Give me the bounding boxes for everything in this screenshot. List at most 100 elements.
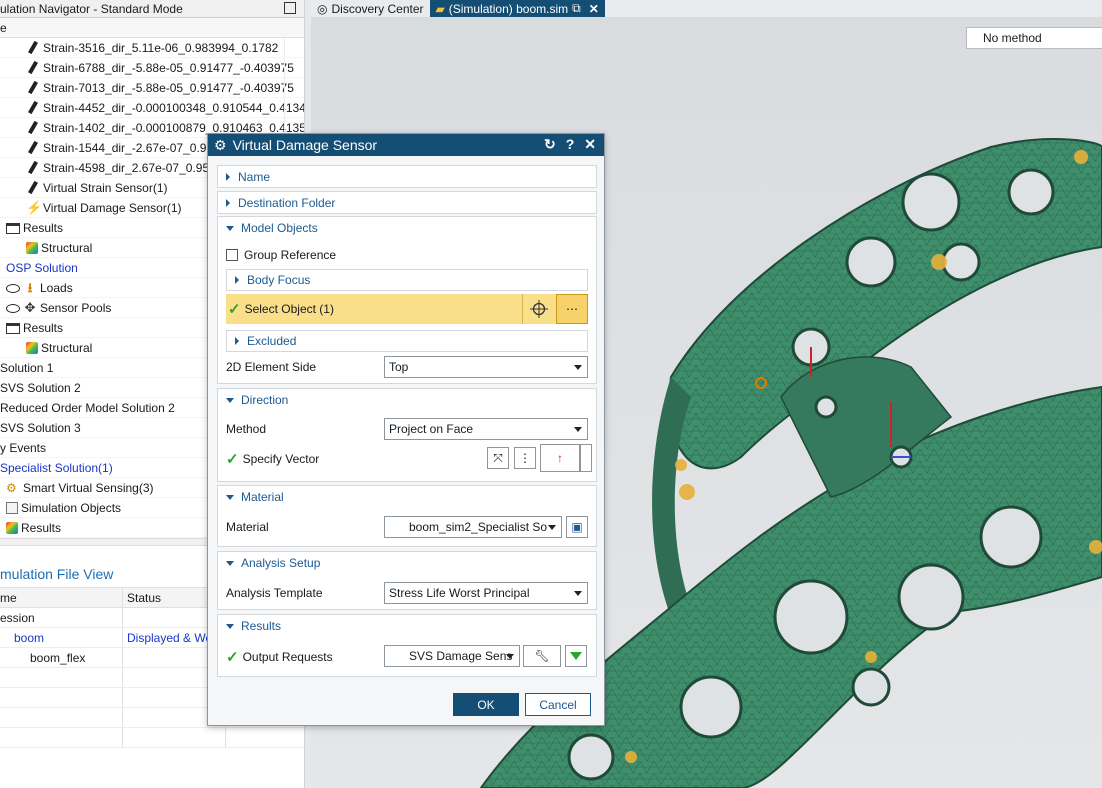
method-dropdown[interactable]: No method [966, 27, 1102, 49]
output-expand-button[interactable] [565, 645, 587, 667]
material-browse-button[interactable]: ▣ [566, 516, 588, 538]
group-reference-row[interactable]: Group Reference [226, 244, 588, 266]
analysis-template-label: Analysis Template [226, 586, 323, 600]
tab-simulation-boom[interactable]: ▰ (Simulation) boom.sim ⧉ ✕ [429, 0, 605, 17]
document-tabs: ◎ Discovery Center ▰ (Simulation) boom.s… [311, 0, 1102, 17]
section-direction-header[interactable]: Direction [218, 389, 596, 411]
cancel-button[interactable]: Cancel [525, 693, 591, 716]
tree-row-label: Strain-6788_dir_-5.88e-05_0.91477_-0.403… [43, 60, 294, 75]
ellipsis-icon: ⋯ [566, 302, 578, 316]
reverse-direction-button[interactable]: ⤧ [487, 447, 509, 469]
vector-arrow-icon: ↑ [557, 451, 563, 465]
eye-visibility-icon[interactable] [6, 304, 20, 313]
body-focus-subsection[interactable]: Body Focus [226, 269, 588, 291]
section-name-label: Name [238, 170, 271, 184]
tab-undock-icon[interactable]: ⧉ [572, 1, 581, 16]
tab-simulation-label: (Simulation) boom.sim [448, 1, 569, 16]
strain-icon [26, 141, 40, 155]
material-dropdown[interactable]: boom_sim2_Specialist So [384, 516, 562, 538]
section-destination-label: Destination Folder [238, 196, 336, 210]
tree-row-label: Solution 1 [0, 360, 54, 375]
tree-row-label: Strain-3516_dir_5.11e-06_0.983994_0.1782 [43, 40, 279, 55]
group-reference-checkbox[interactable] [226, 249, 238, 261]
dialog-title: Virtual Damage Sensor [232, 137, 378, 153]
gear-icon: ⚙ [214, 136, 227, 153]
vector-dialog-button[interactable]: ⋮ [514, 447, 536, 469]
section-name[interactable]: Name [217, 165, 597, 188]
file-view-row-name: boom_flex [30, 650, 86, 665]
edit-output-requests-button[interactable]: 🔧︎ [523, 645, 561, 667]
crosshair-icon [529, 300, 548, 318]
section-model-objects-header[interactable]: Model Objects [218, 217, 596, 239]
inferred-vector-button[interactable]: ↑ [540, 444, 580, 472]
specify-vector-label: Specify Vector [242, 452, 320, 466]
strain-icon [26, 181, 40, 195]
wrench-icon: 🔧︎ [534, 649, 550, 663]
eye-visibility-icon[interactable] [6, 284, 20, 293]
section-results: Results ✓ Output Requests SVS Damage Sen… [217, 614, 597, 677]
dotted-vector-icon: ⋮ [519, 451, 531, 465]
more-options-button[interactable]: ⋯ [556, 294, 588, 324]
direction-method-value: Project on Face [389, 422, 474, 436]
help-icon[interactable]: ? [566, 136, 575, 153]
tree-row[interactable]: Strain-3516_dir_5.11e-06_0.983994_0.1782 [0, 38, 304, 58]
collapse-icon [226, 623, 234, 629]
chevron-down-icon [574, 427, 582, 432]
material-library-icon: ▣ [571, 520, 583, 534]
file-view-row-status [122, 648, 127, 667]
navigator-column-header[interactable]: e [0, 18, 304, 38]
tree-row-label: Strain-7013_dir_-5.88e-05_0.91477_-0.403… [43, 80, 294, 95]
strain-icon [26, 81, 40, 95]
ok-button[interactable]: OK [453, 693, 519, 716]
tree-row-label: OSP Solution [6, 260, 78, 275]
select-object-row[interactable]: ✓ Select Object (1) ⋯ [226, 294, 588, 324]
chevron-down-icon [574, 591, 582, 596]
method-dropdown-value: No method [983, 31, 1042, 45]
section-material-label: Material [241, 490, 284, 504]
checkmark-icon: ✓ [228, 301, 241, 318]
tree-row[interactable]: Strain-6788_dir_-5.88e-05_0.91477_-0.403… [0, 58, 304, 78]
excluded-subsection[interactable]: Excluded [226, 330, 588, 352]
vector-options-dropdown[interactable] [580, 444, 592, 472]
section-destination-folder[interactable]: Destination Folder [217, 191, 597, 214]
maximize-icon[interactable] [284, 2, 296, 14]
expand-icon [235, 337, 239, 345]
crosshair-select-button[interactable] [522, 294, 554, 324]
structural-results-icon [26, 341, 38, 354]
tree-row-label: Reduced Order Model Solution 2 [0, 400, 175, 415]
file-view-col-status[interactable]: Status [122, 588, 161, 607]
tree-row-label: y Events [0, 440, 47, 455]
tree-row-label: Smart Virtual Sensing(3) [23, 480, 154, 495]
navigator-title-bar: ulation Navigator - Standard Mode [0, 0, 304, 18]
file-view-row-status [122, 608, 127, 627]
file-view-col-name[interactable]: me [0, 591, 17, 605]
file-view-row-name: ession [0, 610, 35, 625]
element-side-value: Top [389, 360, 409, 374]
section-analysis-header[interactable]: Analysis Setup [218, 552, 596, 574]
folder-icon [6, 223, 20, 234]
chevron-down-icon [574, 365, 582, 370]
expand-icon [226, 199, 230, 207]
file-view-empty-row [0, 728, 304, 748]
tree-row-label: Structural [41, 240, 93, 255]
section-material-header[interactable]: Material [218, 486, 596, 508]
tree-row-label: Virtual Damage Sensor(1) [43, 200, 182, 215]
collapse-icon [226, 494, 234, 500]
section-results-header[interactable]: Results [218, 615, 596, 637]
direction-method-dropdown[interactable]: Project on Face [384, 418, 588, 440]
reset-icon[interactable]: ↻ [544, 136, 556, 153]
analysis-template-value: Stress Life Worst Principal [389, 586, 530, 600]
analysis-template-dropdown[interactable]: Stress Life Worst Principal [384, 582, 588, 604]
output-requests-dropdown[interactable]: SVS Damage Sens [384, 645, 520, 667]
close-icon[interactable]: ✕ [584, 136, 596, 153]
file-view-row-name: boom [14, 630, 45, 645]
strain-icon [26, 101, 40, 115]
element-side-dropdown[interactable]: Top [384, 356, 588, 378]
close-icon[interactable]: ✕ [589, 2, 599, 16]
dialog-title-bar[interactable]: ⚙ Virtual Damage Sensor ↻ ? ✕ [208, 134, 604, 156]
tab-discovery-center[interactable]: ◎ Discovery Center [311, 0, 430, 17]
tree-row[interactable]: Strain-7013_dir_-5.88e-05_0.91477_-0.403… [0, 78, 304, 98]
tree-row[interactable]: Strain-4452_dir_-0.000100348_0.910544_0.… [0, 98, 304, 118]
tree-row-label: SVS Solution 2 [0, 380, 81, 395]
chevron-down-icon [548, 525, 556, 530]
